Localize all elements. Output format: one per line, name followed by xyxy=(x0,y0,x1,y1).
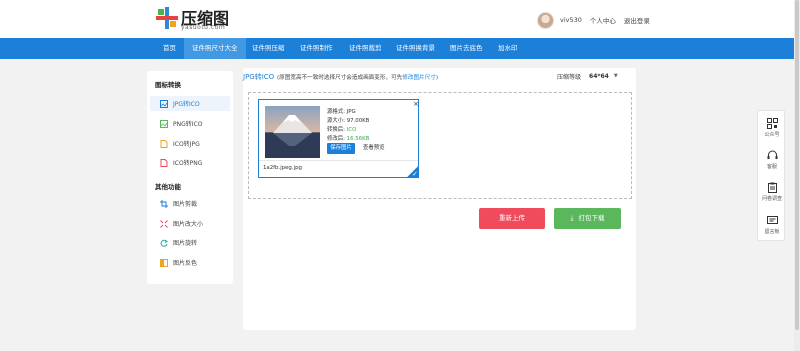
sidebar-item-png-to-ico[interactable]: PNG转ICO xyxy=(150,116,230,131)
nav-item-id-photo-compress[interactable]: 证件照压缩 xyxy=(244,38,293,59)
save-image-button[interactable]: 保存图片 xyxy=(327,143,355,154)
page-scrollbar[interactable] xyxy=(794,0,800,351)
selected-check-icon: ✓ xyxy=(406,165,419,178)
close-icon[interactable]: × xyxy=(413,101,419,108)
source-size: 源大小: 97.00KB xyxy=(327,118,370,124)
sidebar-item-label: 图片反色 xyxy=(173,260,198,267)
chevron-down-icon: ▼ xyxy=(613,73,618,79)
nav-item-watermark[interactable]: 加水印 xyxy=(490,38,526,59)
sidebar-item-invert[interactable]: 图片反色 xyxy=(150,255,230,270)
avatar[interactable] xyxy=(537,11,554,29)
download-icon: ⤓ xyxy=(570,214,574,222)
compression-level: 压缩等级 64*64 ▼ xyxy=(557,72,622,81)
sidebar-item-label: 图片旋转 xyxy=(173,240,198,247)
reupload-button[interactable]: 重新上传 xyxy=(479,208,545,229)
nav-item-remove-background[interactable]: 图片去底色 xyxy=(442,38,491,59)
message-icon xyxy=(766,216,778,224)
sidebar-item-label: PNG转ICO xyxy=(173,121,203,128)
sidebar-section-icon-convert: 图标转换 xyxy=(155,81,181,89)
divider xyxy=(259,160,418,161)
file-card: × 源格式: JPG 源大小: 97.00KB 转换后: ICO 修改后: 16… xyxy=(258,99,419,178)
rotate-icon xyxy=(160,239,168,247)
sidebar-item-label: 图片改大小 xyxy=(173,221,204,228)
float-label: 公众号 xyxy=(764,132,780,138)
level-select[interactable]: 64*64 ▼ xyxy=(585,72,622,81)
source-format: 源格式: JPG xyxy=(327,109,356,115)
download-label: 打包下载 xyxy=(578,214,605,222)
nav-item-id-photo-make[interactable]: 证件照制作 xyxy=(292,38,341,59)
float-label: 留言板 xyxy=(764,229,780,235)
sidebar-item-label: ICO转PNG xyxy=(173,160,203,167)
sidebar-item-rotate[interactable]: 图片旋转 xyxy=(150,235,230,250)
qrcode-icon xyxy=(766,118,778,129)
sidebar: 图标转换 JPG转ICO PNG转ICO ICO转JPG ICO转PNG 其他功… xyxy=(147,71,233,284)
float-label: 客服 xyxy=(766,164,777,170)
resize-icon xyxy=(160,219,168,228)
right-float-toolbar: 公众号 客服 问卷调查 留言板 xyxy=(757,110,785,241)
note-suffix: ) xyxy=(435,75,439,81)
sidebar-item-jpg-to-ico[interactable]: JPG转ICO xyxy=(150,96,230,111)
top-bar: 压缩图 yasuotu.com viv530 个人中心 退出登录 xyxy=(0,0,800,38)
image-icon xyxy=(160,119,168,128)
sidebar-item-resize[interactable]: 图片改大小 xyxy=(150,216,230,231)
level-label: 压缩等级 xyxy=(557,74,582,81)
nav-item-id-photo-crop[interactable]: 证件照裁剪 xyxy=(341,38,390,59)
size-warning-note: (原图宽高不一致时选择尺寸会造成画面变形，可先修改图片尺寸) xyxy=(277,73,438,81)
main-nav: 首页 证件照尺寸大全 证件照压缩 证件照制作 证件照裁剪 证件照换背景 图片去底… xyxy=(0,38,800,59)
crop-icon xyxy=(160,199,168,208)
profile-link[interactable]: 个人中心 xyxy=(590,15,616,25)
user-area: viv530 个人中心 退出登录 xyxy=(537,11,650,29)
sidebar-item-label: ICO转JPG xyxy=(173,141,200,148)
nav-item-id-photo-background[interactable]: 证件照换背景 xyxy=(388,38,443,59)
float-label: 问卷调查 xyxy=(761,196,782,202)
headset-icon xyxy=(767,150,777,159)
sidebar-section-other: 其他功能 xyxy=(155,183,181,191)
sidebar-item-crop[interactable]: 图片剪裁 xyxy=(150,196,230,211)
logout-link[interactable]: 退出登录 xyxy=(624,15,650,25)
nav-item-home[interactable]: 首页 xyxy=(155,38,184,59)
target-format: 转换后: ICO xyxy=(327,127,357,133)
username[interactable]: viv530 xyxy=(560,16,582,24)
image-thumbnail xyxy=(265,106,320,158)
sidebar-item-ico-to-jpg[interactable]: ICO转JPG xyxy=(150,136,230,151)
modify-size-link[interactable]: 修改图片尺寸 xyxy=(402,75,436,81)
image-icon xyxy=(160,99,168,108)
page-title: JPG转ICO xyxy=(243,73,275,81)
file-icon xyxy=(160,158,168,167)
logo-domain: yasuotu.com xyxy=(181,24,226,31)
float-item-message-board[interactable]: 留言板 xyxy=(758,215,786,235)
preview-link[interactable]: 查看预览 xyxy=(363,143,385,154)
sidebar-item-label: 图片剪裁 xyxy=(173,201,198,208)
invert-icon xyxy=(160,258,168,267)
sidebar-item-ico-to-png[interactable]: ICO转PNG xyxy=(150,155,230,170)
level-value: 64*64 xyxy=(589,73,609,80)
nav-item-id-photo-sizes[interactable]: 证件照尺寸大全 xyxy=(184,38,246,59)
scrollbar-thumb[interactable] xyxy=(795,0,799,330)
float-item-service[interactable]: 客服 xyxy=(758,150,786,170)
new-size: 修改后: 16.56KB xyxy=(327,136,370,142)
file-name: 1a2fb.jpeg.jpg xyxy=(263,165,302,171)
clipboard-icon xyxy=(767,182,777,193)
logo-mark-icon xyxy=(156,7,178,29)
float-item-wechat[interactable]: 公众号 xyxy=(758,118,786,138)
float-item-survey[interactable]: 问卷调查 xyxy=(758,182,786,202)
sidebar-item-label: JPG转ICO xyxy=(173,101,200,108)
file-icon xyxy=(160,139,168,148)
download-all-button[interactable]: ⤓ 打包下载 xyxy=(554,208,621,229)
note-text: (原图宽高不一致时选择尺寸会造成画面变形，可先 xyxy=(277,75,403,81)
